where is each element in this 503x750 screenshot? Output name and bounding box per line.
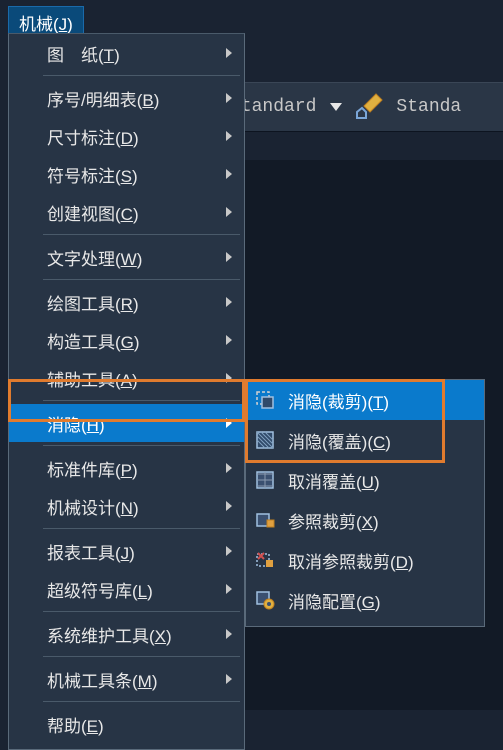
submenu-item-1[interactable]: 消隐(覆盖)(C) (246, 420, 484, 460)
hide-cover-icon (254, 429, 276, 451)
submenu-item-0[interactable]: 消隐(裁剪)(T) (246, 380, 484, 420)
menu-item-label: 标准件库(P) (47, 456, 138, 481)
submenu-item-2[interactable]: 取消覆盖(U) (246, 460, 484, 500)
menu-item-label: 构造工具(G) (47, 328, 140, 353)
menu-item-label: 帮助(E) (47, 712, 104, 737)
menu-item-6[interactable]: 绘图工具(R) (9, 283, 244, 321)
submenu-item-label: 消隐(覆盖)(C) (288, 428, 391, 453)
menu-item-label: 文字处理(W) (47, 245, 142, 270)
menu-item-label: 报表工具(J) (47, 539, 135, 564)
menu-item-3[interactable]: 符号标注(S) (9, 155, 244, 193)
menu-item-label: 机械工具条(M) (47, 667, 158, 692)
style-dropdown-2[interactable]: Standa (396, 97, 461, 117)
submenu-item-5[interactable]: 消隐配置(G) (246, 580, 484, 620)
menu-item-9[interactable]: 消隐(H) (9, 404, 244, 442)
menu-item-16[interactable]: 帮助(E) (9, 705, 244, 743)
menu-separator (43, 234, 240, 235)
menu-item-label: 系统维护工具(X) (47, 622, 172, 647)
menu-item-label: 尺寸标注(D) (47, 124, 139, 149)
menu-separator (43, 656, 240, 657)
submenu-item-4[interactable]: 取消参照裁剪(D) (246, 540, 484, 580)
menu-item-5[interactable]: 文字处理(W) (9, 238, 244, 276)
submenu-item-label: 消隐(裁剪)(T) (288, 388, 389, 413)
menu-item-label: 超级符号库(L) (47, 577, 153, 602)
menu-separator (43, 279, 240, 280)
menu-button-hotkey: J (59, 15, 68, 34)
menu-item-12[interactable]: 报表工具(J) (9, 532, 244, 570)
menu-separator (43, 611, 240, 612)
menu-item-label: 绘图工具(R) (47, 290, 139, 315)
menu-item-0[interactable]: 图 纸(T) (9, 34, 244, 72)
menu-item-label: 机械设计(N) (47, 494, 139, 519)
menu-separator (43, 75, 240, 76)
menu-item-15[interactable]: 机械工具条(M) (9, 660, 244, 698)
menu-item-10[interactable]: 标准件库(P) (9, 449, 244, 487)
menu-separator (43, 400, 240, 401)
submenu-item-label: 参照裁剪(X) (288, 508, 379, 533)
hide-config-icon (254, 589, 276, 611)
menu-separator (43, 445, 240, 446)
submenu-item-label: 消隐配置(G) (288, 588, 381, 613)
menu-item-label: 序号/明细表(B) (47, 86, 159, 111)
uncover-icon (254, 469, 276, 491)
submenu-item-3[interactable]: 参照裁剪(X) (246, 500, 484, 540)
chevron-down-icon[interactable] (330, 103, 342, 111)
hide-clip-icon (254, 389, 276, 411)
submenu-item-label: 取消参照裁剪(D) (288, 548, 414, 573)
menu-item-label: 辅助工具(A) (47, 366, 138, 391)
menu-item-11[interactable]: 机械设计(N) (9, 487, 244, 525)
menu-item-label: 图 纸(T) (47, 41, 120, 66)
menu-item-label: 符号标注(S) (47, 162, 138, 187)
menu-item-label: 创建视图(C) (47, 200, 139, 225)
menu-item-7[interactable]: 构造工具(G) (9, 321, 244, 359)
menu-separator (43, 528, 240, 529)
menu-item-8[interactable]: 辅助工具(A) (9, 359, 244, 397)
menu-separator (43, 701, 240, 702)
menu-button-label: 机械 (19, 15, 53, 34)
main-menu: 图 纸(T) 序号/明细表(B) 尺寸标注(D) 符号标注(S) 创建视图(C) 文字处理… (8, 33, 245, 750)
submenu-item-label: 取消覆盖(U) (288, 468, 380, 493)
toolbar: Standard Standa (230, 82, 503, 132)
menu-item-13[interactable]: 超级符号库(L) (9, 570, 244, 608)
menu-item-4[interactable]: 创建视图(C) (9, 193, 244, 231)
submenu-hide: 消隐(裁剪)(T) 消隐(覆盖)(C) 取消覆盖(U) 参照裁剪(X) 取消参照裁剪(D… (245, 379, 485, 627)
edit-style-icon[interactable] (352, 90, 386, 124)
ref-clip-icon (254, 509, 276, 531)
menu-item-label: 消隐(H) (47, 411, 105, 436)
menu-item-14[interactable]: 系统维护工具(X) (9, 615, 244, 653)
menu-item-2[interactable]: 尺寸标注(D) (9, 117, 244, 155)
menu-item-1[interactable]: 序号/明细表(B) (9, 79, 244, 117)
cancel-ref-clip-icon (254, 549, 276, 571)
